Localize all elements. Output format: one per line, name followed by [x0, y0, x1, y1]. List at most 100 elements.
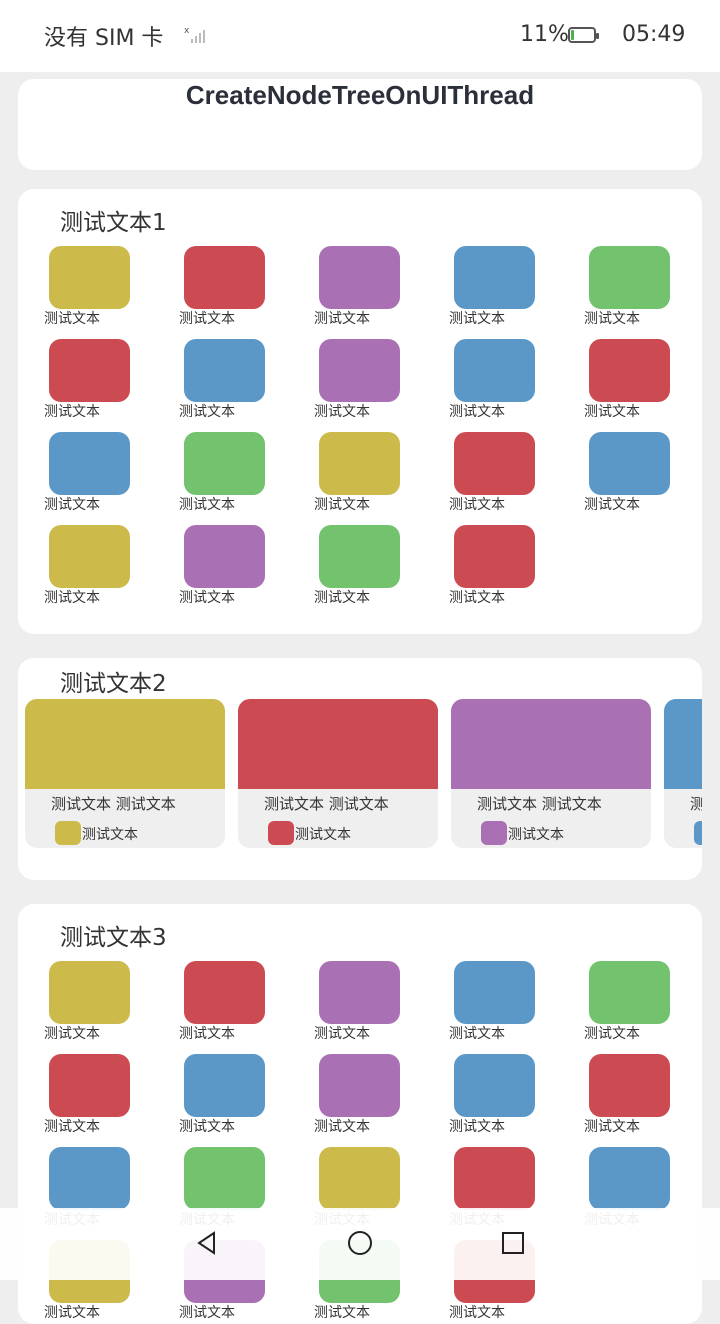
back-icon[interactable] [192, 1228, 222, 1258]
grid-item: 测试文本 [423, 1054, 535, 1135]
carousel-card[interactable]: 测试文本 测试文本测试文本 [25, 699, 225, 848]
grid-item: 测试文本 [288, 1054, 400, 1135]
grid-item: 测试文本 [288, 432, 400, 513]
signal-icon: x [184, 26, 205, 43]
clock-time: 05:49 [622, 22, 686, 47]
grid-item: 测试文本 [558, 1054, 670, 1135]
grid-item-label: 测试文本 [314, 311, 370, 327]
color-swatch [589, 961, 670, 1024]
grid-item-label: 测试文本 [44, 311, 100, 327]
grid-item-label: 测试文本 [584, 404, 640, 420]
carousel-card[interactable]: 测试文本 测试文本测试文本 [664, 699, 702, 848]
color-swatch [184, 246, 265, 309]
grid-item: 测试文本 [423, 432, 535, 513]
grid-item: 测试文本 [423, 339, 535, 420]
color-swatch [589, 432, 670, 495]
color-swatch [184, 525, 265, 588]
grid-item: 测试文本 [288, 339, 400, 420]
grid-item-label: 测试文本 [449, 1119, 505, 1135]
color-swatch [319, 1147, 400, 1210]
section-title: 测试文本3 [60, 925, 167, 951]
grid-item-label: 测试文本 [44, 1119, 100, 1135]
card-thumbnail [55, 821, 81, 845]
section-card-2: 测试文本2 测试文本 测试文本 测试文本 测试文本 测试文本 测试文本 测试文本 测试文… [18, 658, 702, 880]
svg-text:x: x [184, 26, 190, 36]
section-card-1: 测试文本1 测试文本 测试文本 测试文本 测试文本 测试文本 测试文本 测试文本 测试文本 测试… [18, 189, 702, 634]
color-swatch [184, 1054, 265, 1117]
grid-item-label: 测试文本 [314, 497, 370, 513]
grid-item: 测试文本 [153, 339, 265, 420]
color-swatch [49, 961, 130, 1024]
color-swatch [49, 1054, 130, 1117]
grid-item-label: 测试文本 [44, 590, 100, 606]
grid-item: 测试文本 [153, 1054, 265, 1135]
grid-item-label: 测试文本 [44, 497, 100, 513]
card-thumbnail [694, 821, 702, 845]
grid-item: 测试文本 [18, 961, 130, 1042]
grid-item: 测试文本 [288, 961, 400, 1042]
grid-item-label: 测试文本 [179, 590, 235, 606]
color-swatch [184, 961, 265, 1024]
color-swatch [184, 339, 265, 402]
page-title: CreateNodeTreeOnUIThread [185, 80, 535, 110]
card-subtext: 测试文本 [82, 827, 138, 843]
color-swatch [49, 432, 130, 495]
navigation-bar [0, 1208, 720, 1280]
grid-item-label: 测试文本 [44, 1026, 100, 1042]
color-swatch [454, 525, 535, 588]
carousel-card[interactable]: 测试文本 测试文本测试文本 [451, 699, 651, 848]
grid-item: 测试文本 [288, 525, 400, 606]
grid-item-label: 测试文本 [584, 1119, 640, 1135]
carousel-card[interactable]: 测试文本 测试文本测试文本 [238, 699, 438, 848]
card-thumbnail [268, 821, 294, 845]
color-swatch [319, 339, 400, 402]
color-swatch [589, 339, 670, 402]
color-swatch [319, 432, 400, 495]
color-swatch [454, 1054, 535, 1117]
grid-item: 测试文本 [153, 961, 265, 1042]
color-swatch [454, 339, 535, 402]
grid-item-label: 测试文本 [584, 311, 640, 327]
grid-item: 测试文本 [18, 432, 130, 513]
color-swatch [319, 246, 400, 309]
grid-item-label: 测试文本 [179, 1026, 235, 1042]
carrier-text: 没有 SIM 卡 [44, 26, 164, 51]
grid-item: 测试文本 [423, 961, 535, 1042]
grid-item: 测试文本 [558, 432, 670, 513]
grid-item: 测试文本 [18, 525, 130, 606]
grid-item-label: 测试文本 [179, 497, 235, 513]
color-swatch [454, 432, 535, 495]
grid-item-label: 测试文本 [449, 497, 505, 513]
card-subtext: 测试文本 [295, 827, 351, 843]
grid-item-label: 测试文本 [314, 1119, 370, 1135]
color-swatch [589, 246, 670, 309]
battery-percent: 11% [520, 22, 569, 47]
grid-item-label: 测试文本 [314, 1305, 370, 1321]
grid-item-label: 测试文本 [179, 311, 235, 327]
grid-item-label: 测试文本 [449, 1305, 505, 1321]
card-text: 测试文本 测试文本 [690, 795, 702, 813]
card-image [664, 699, 702, 789]
home-icon[interactable] [345, 1228, 375, 1258]
color-swatch [49, 1147, 130, 1210]
color-swatch [454, 246, 535, 309]
color-swatch [589, 1147, 670, 1210]
grid-item-label: 测试文本 [314, 404, 370, 420]
card-image [25, 699, 225, 789]
card-image [238, 699, 438, 789]
color-swatch [184, 1147, 265, 1210]
title-card: CreateNodeTreeOnUIThread [18, 79, 702, 170]
color-swatch [49, 339, 130, 402]
grid-item: 测试文本 [288, 246, 400, 327]
card-thumbnail [481, 821, 507, 845]
color-swatch [454, 961, 535, 1024]
card-text: 测试文本 测试文本 [477, 795, 602, 813]
grid-item: 测试文本 [18, 339, 130, 420]
grid-item-label: 测试文本 [44, 404, 100, 420]
section-title: 测试文本1 [60, 210, 167, 236]
grid-item-label: 测试文本 [584, 1026, 640, 1042]
grid-item-label: 测试文本 [449, 404, 505, 420]
color-swatch [49, 246, 130, 309]
card-subtext: 测试文本 [508, 827, 564, 843]
recents-icon[interactable] [498, 1228, 528, 1258]
